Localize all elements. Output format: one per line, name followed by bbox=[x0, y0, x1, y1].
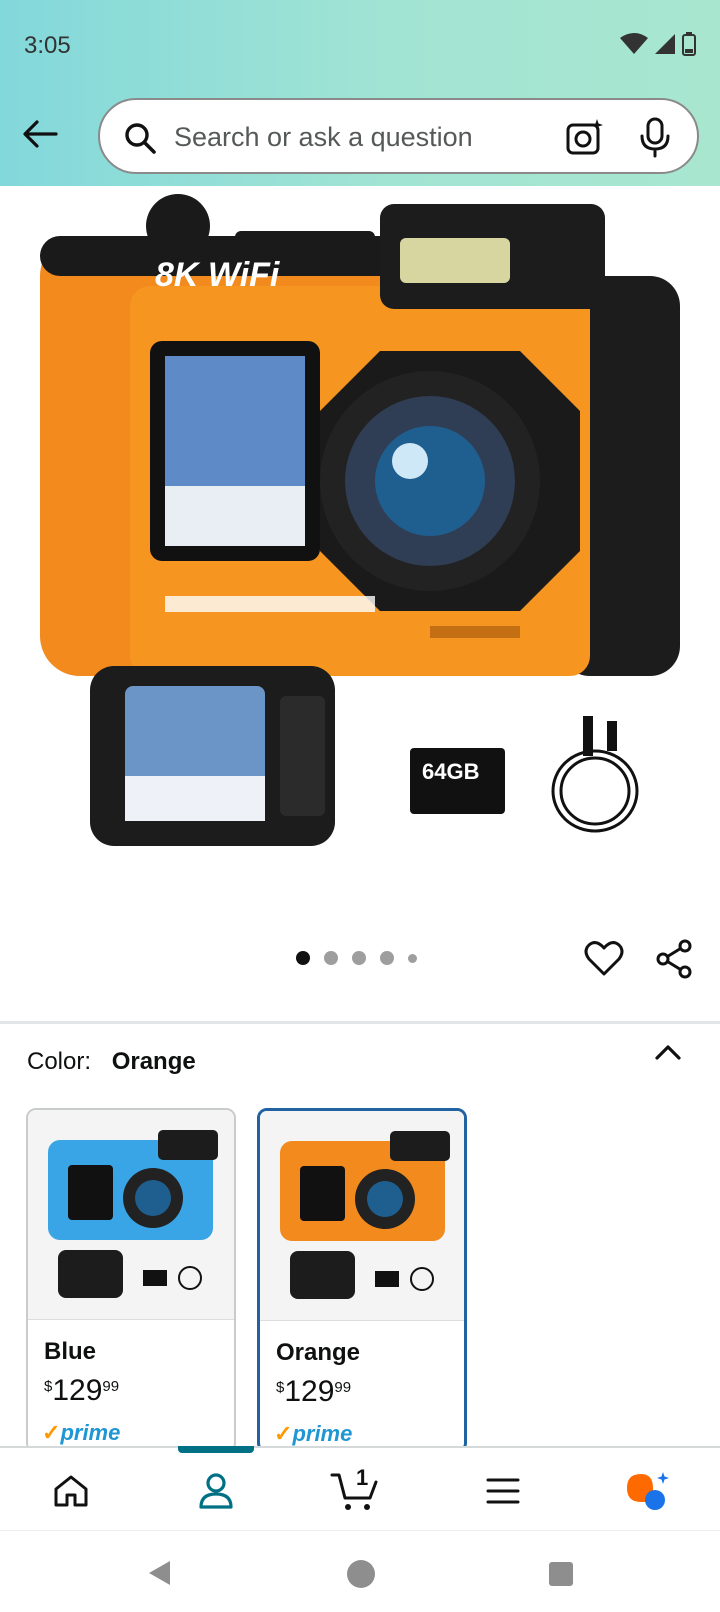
carousel-dot[interactable] bbox=[380, 951, 394, 965]
color-option-blue[interactable]: Blue $12999 ✓prime bbox=[26, 1108, 236, 1453]
price-symbol: $ bbox=[44, 1378, 53, 1395]
camera-search-icon[interactable] bbox=[563, 116, 605, 158]
chevron-up-icon bbox=[655, 1045, 681, 1060]
prime-badge: ✓prime bbox=[274, 1421, 352, 1447]
system-navigation-bar bbox=[0, 1530, 720, 1612]
prime-badge: ✓prime bbox=[42, 1420, 120, 1446]
back-arrow-icon bbox=[23, 120, 58, 148]
share-button[interactable] bbox=[655, 939, 695, 984]
price-symbol: $ bbox=[276, 1379, 285, 1396]
microphone-icon[interactable] bbox=[639, 116, 671, 158]
signal-icon bbox=[655, 34, 675, 54]
price-fraction: 99 bbox=[102, 1378, 120, 1395]
carousel-dot[interactable] bbox=[296, 951, 310, 965]
collapse-button[interactable] bbox=[654, 1042, 682, 1067]
product-image[interactable]: 8K WiFi 64GB bbox=[0, 186, 720, 906]
selected-color: Orange bbox=[111, 1048, 196, 1075]
carousel-dot[interactable] bbox=[408, 953, 417, 963]
swatch-price: $12999 bbox=[44, 1374, 119, 1408]
color-selector-header: Color: Orange bbox=[27, 1048, 196, 1076]
swatch-name: Orange bbox=[276, 1339, 361, 1366]
carousel-dot[interactable] bbox=[352, 951, 366, 965]
menu-icon bbox=[486, 1478, 520, 1504]
nav-cart[interactable] bbox=[330, 1466, 380, 1516]
prime-label: prime bbox=[60, 1420, 121, 1445]
wishlist-button[interactable] bbox=[584, 939, 624, 982]
prime-label: prime bbox=[292, 1421, 353, 1446]
swatch-price: $12999 bbox=[276, 1375, 351, 1409]
search-icon bbox=[125, 123, 156, 154]
nav-rufus[interactable] bbox=[622, 1466, 672, 1516]
status-time: 3:05 bbox=[24, 32, 71, 59]
heart-icon bbox=[584, 941, 624, 976]
carousel-dot[interactable] bbox=[324, 951, 338, 965]
header: 3:05 Search or ask a question bbox=[0, 0, 720, 186]
prime-check-icon: ✓ bbox=[42, 1420, 61, 1445]
section-divider bbox=[0, 1021, 720, 1024]
rufus-icon bbox=[627, 1472, 669, 1510]
sd-card-label: 64GB bbox=[422, 759, 479, 784]
system-recents-icon[interactable] bbox=[548, 1561, 574, 1587]
price-whole: 129 bbox=[284, 1375, 335, 1408]
brand-badge: 8K WiFi bbox=[155, 256, 281, 294]
swatch-name: Blue bbox=[44, 1338, 97, 1365]
cart-count-badge: 1 bbox=[356, 1465, 369, 1490]
image-carousel-indicator[interactable] bbox=[296, 951, 417, 965]
nav-home[interactable] bbox=[46, 1466, 96, 1516]
color-option-orange[interactable]: Orange $12999 ✓prime bbox=[257, 1108, 467, 1453]
prime-check-icon: ✓ bbox=[274, 1421, 293, 1446]
share-icon bbox=[656, 939, 692, 979]
swatch-image bbox=[260, 1111, 464, 1321]
camera-product-image: 8K WiFi 64GB bbox=[40, 194, 680, 846]
nav-account[interactable] bbox=[191, 1466, 241, 1516]
search-bar[interactable]: Search or ask a question bbox=[98, 98, 699, 174]
active-tab-indicator bbox=[178, 1446, 254, 1453]
swatch-image bbox=[28, 1110, 234, 1320]
nav-menu[interactable] bbox=[478, 1466, 528, 1516]
status-icons bbox=[620, 32, 696, 56]
battery-icon bbox=[682, 32, 696, 56]
search-input[interactable]: Search or ask a question bbox=[174, 122, 473, 153]
account-icon bbox=[199, 1473, 233, 1509]
system-back-icon[interactable] bbox=[146, 1559, 172, 1587]
back-button[interactable] bbox=[20, 114, 60, 154]
color-label: Color: bbox=[27, 1048, 92, 1075]
cart-icon bbox=[330, 1473, 378, 1510]
wifi-icon bbox=[620, 33, 648, 54]
status-bar: 3:05 bbox=[0, 0, 720, 92]
price-whole: 129 bbox=[52, 1374, 103, 1407]
price-fraction: 99 bbox=[334, 1379, 352, 1396]
home-icon bbox=[54, 1475, 88, 1507]
system-home-icon[interactable] bbox=[346, 1559, 376, 1589]
